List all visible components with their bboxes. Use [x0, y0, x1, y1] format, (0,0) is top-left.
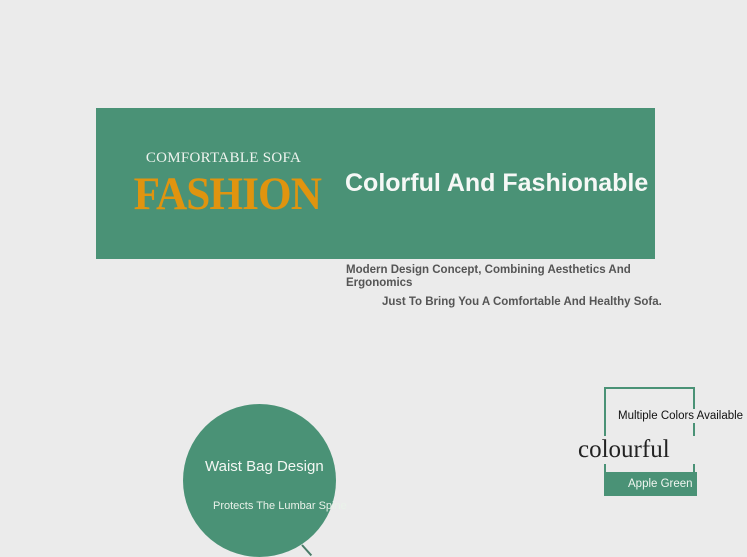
feature-title: Waist Bag Design	[205, 458, 324, 475]
description-line-1: Modern Design Concept, Combining Aesthet…	[346, 264, 631, 289]
banner-title: Colorful And Fashionable	[345, 169, 649, 197]
feature-circle	[183, 404, 336, 557]
pointer-line	[301, 544, 313, 557]
description-line-2: Just To Bring You A Comfortable And Heal…	[382, 296, 662, 308]
banner-subtitle: COMFORTABLE SOFA	[145, 150, 302, 166]
feature-subtitle: Protects The Lumbar Spine	[213, 500, 347, 512]
banner: COMFORTABLE SOFA FASHION Colorful And Fa…	[96, 108, 655, 259]
banner-headline: FASHION	[133, 168, 322, 220]
colors-heading: colourful	[576, 436, 710, 464]
color-name: Apple Green	[628, 478, 693, 490]
colors-label: Multiple Colors Available	[618, 409, 747, 423]
